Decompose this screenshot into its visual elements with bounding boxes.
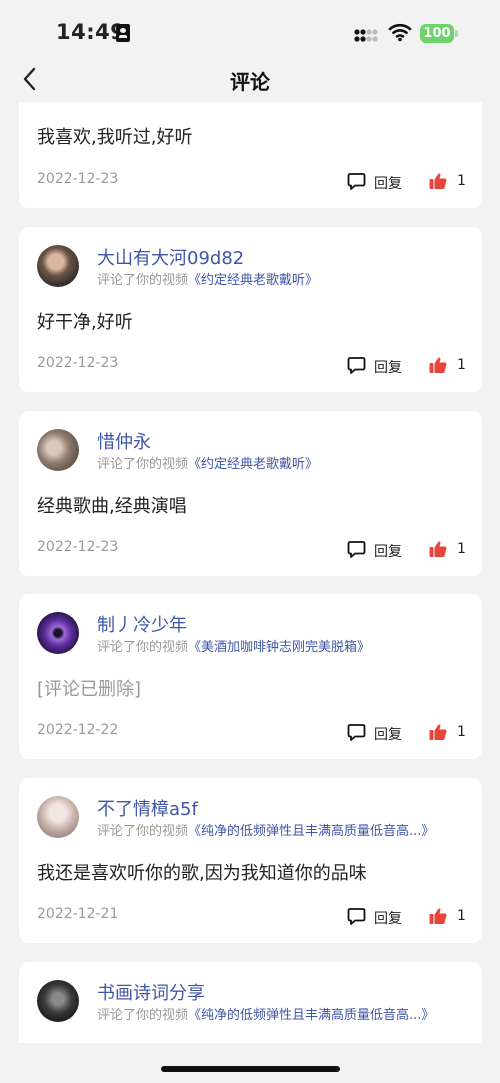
avatar[interactable] [37, 245, 79, 287]
commented-prefix: 评论了你的视频 [97, 640, 189, 655]
comment-date: 2022-12-23 [37, 355, 119, 371]
avatar[interactable] [37, 980, 79, 1022]
comment-date: 2022-12-23 [37, 171, 119, 187]
thumbs-up-icon [429, 908, 447, 924]
avatar[interactable] [37, 796, 79, 838]
user-name[interactable]: 制丿冷少年 [97, 611, 187, 637]
comment-card: 制丿冷少年 评论了你的视频《美酒加咖啡钟志刚完美脱箱》 [评论已删除] 2022… [19, 594, 482, 759]
comment-text: 我喜欢,我听过,好听 [37, 127, 193, 148]
comment-date: 2022-12-22 [37, 722, 119, 738]
comment-feed[interactable]: 我喜欢,我听过,好听 2022-12-23 回复 1 大山有大河09d82 评论… [0, 102, 500, 1043]
reply-label: 回复 [374, 727, 402, 743]
user-name[interactable]: 惜仲永 [97, 428, 151, 454]
status-bar: 14:49 100 [0, 0, 500, 62]
reply-label: 回复 [374, 360, 402, 376]
comment-date: 2022-12-23 [37, 539, 119, 555]
like-button[interactable]: 1 [429, 355, 475, 377]
thumbs-up-icon [429, 541, 447, 557]
wifi-icon [388, 23, 412, 42]
commented-prefix: 评论了你的视频 [97, 1008, 189, 1023]
speech-bubble-icon [347, 908, 366, 925]
user-name[interactable]: 大山有大河09d82 [97, 244, 244, 270]
comment-text: 好干净,好听 [37, 312, 133, 333]
thumbs-up-icon [429, 173, 447, 189]
like-button[interactable]: 1 [429, 171, 475, 193]
nav-bar: 评论 [0, 62, 500, 102]
page-title: 评论 [230, 70, 270, 94]
like-count: 1 [457, 357, 466, 373]
comment-deleted-text: [评论已删除] [37, 679, 142, 700]
commented-on-line: 评论了你的视频《纯净的低频弹性且丰满高质量低音高...》 [97, 820, 434, 839]
speech-bubble-icon [347, 724, 366, 741]
like-button[interactable]: 1 [429, 906, 475, 928]
thumbs-up-icon [429, 357, 447, 373]
comment-card: 大山有大河09d82 评论了你的视频《约定经典老歌戴听》 好干净,好听 2022… [19, 227, 482, 392]
commented-prefix: 评论了你的视频 [97, 824, 189, 839]
comment-text: 经典歌曲,经典演唱 [37, 496, 187, 517]
commented-prefix: 评论了你的视频 [97, 273, 189, 288]
user-name[interactable]: 书画诗词分享 [97, 979, 205, 1005]
comment-card: 惜仲永 评论了你的视频《约定经典老歌戴听》 经典歌曲,经典演唱 2022-12-… [19, 411, 482, 576]
like-button[interactable]: 1 [429, 722, 475, 744]
comment-text: 我还是喜欢听你的歌,因为我知道你的品味 [37, 863, 367, 884]
reply-button[interactable]: 回复 [347, 171, 407, 193]
thumbs-up-icon [429, 724, 447, 740]
like-count: 1 [457, 908, 466, 924]
commented-on-line: 评论了你的视频《纯净的低频弹性且丰满高质量低音高...》 [97, 1004, 434, 1023]
avatar[interactable] [37, 429, 79, 471]
speech-bubble-icon [347, 541, 366, 558]
like-count: 1 [457, 541, 466, 557]
like-count: 1 [457, 173, 466, 189]
battery-icon: 100 [420, 24, 458, 43]
avatar[interactable] [37, 612, 79, 654]
user-name[interactable]: 不了情樟a5f [97, 795, 198, 821]
battery-level: 100 [423, 26, 451, 41]
home-indicator[interactable] [161, 1066, 340, 1072]
video-title-link[interactable]: 《美酒加咖啡钟志刚完美脱箱》 [188, 640, 370, 655]
reply-label: 回复 [374, 544, 402, 560]
reply-label: 回复 [374, 176, 402, 192]
speech-bubble-icon [347, 357, 366, 374]
commented-on-line: 评论了你的视频《约定经典老歌戴听》 [97, 269, 318, 288]
video-title-link[interactable]: 《纯净的低频弹性且丰满高质量低音高...》 [188, 824, 434, 839]
like-button[interactable]: 1 [429, 539, 475, 561]
comment-date: 2022-12-21 [37, 906, 119, 922]
video-title-link[interactable]: 《约定经典老歌戴听》 [188, 273, 318, 288]
reply-button[interactable]: 回复 [347, 722, 407, 744]
id-card-icon [116, 24, 130, 42]
commented-on-line: 评论了你的视频《美酒加咖啡钟志刚完美脱箱》 [97, 636, 370, 655]
like-count: 1 [457, 724, 466, 740]
reply-button[interactable]: 回复 [347, 355, 407, 377]
reply-button[interactable]: 回复 [347, 539, 407, 561]
speech-bubble-icon [347, 173, 366, 190]
comment-card: 不了情樟a5f 评论了你的视频《纯净的低频弹性且丰满高质量低音高...》 我还是… [19, 778, 482, 943]
status-time: 14:49 [56, 20, 126, 44]
comment-card: 书画诗词分享 评论了你的视频《纯净的低频弹性且丰满高质量低音高...》 [19, 962, 482, 1043]
reply-button[interactable]: 回复 [347, 906, 407, 928]
video-title-link[interactable]: 《约定经典老歌戴听》 [188, 457, 318, 472]
cellular-signal-icon [354, 29, 378, 42]
comment-card: 我喜欢,我听过,好听 2022-12-23 回复 1 [19, 102, 482, 208]
video-title-link[interactable]: 《纯净的低频弹性且丰满高质量低音高...》 [188, 1008, 434, 1023]
commented-prefix: 评论了你的视频 [97, 457, 189, 472]
commented-on-line: 评论了你的视频《约定经典老歌戴听》 [97, 453, 318, 472]
reply-label: 回复 [374, 911, 402, 927]
